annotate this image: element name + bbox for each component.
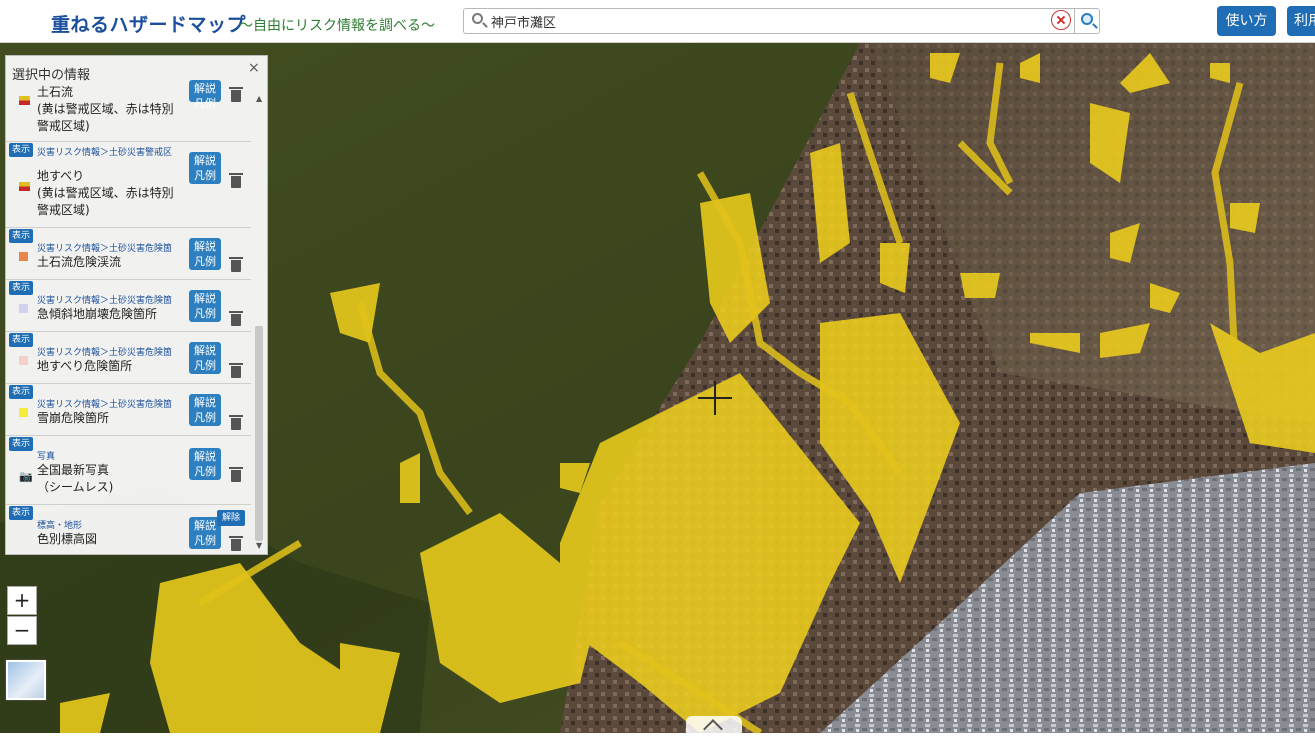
layer-category: 災害リスク情報＞土砂災害危険箇 (37, 400, 173, 410)
legend-button[interactable]: 解説 凡例 (189, 80, 221, 110)
zoom-in-button[interactable]: + (7, 586, 37, 615)
app-subtitle: ～自由にリスク情報を調べる～ (239, 18, 435, 34)
trash-icon[interactable] (229, 172, 243, 188)
legend-button[interactable]: 解説 凡例 (189, 448, 221, 480)
show-badge[interactable]: 表示 (9, 437, 34, 451)
layer-name: 全国最新写真 （シームレス) (37, 463, 114, 494)
trash-icon[interactable] (229, 466, 243, 482)
magnifier-icon (1081, 13, 1093, 25)
panel-close-icon[interactable]: × (248, 60, 260, 76)
layer-item: 表示 災害リスク情報＞土砂災害危険箇 急傾斜地崩壊危険箇所 解説 凡例 (6, 280, 251, 332)
legend-swatch (19, 96, 30, 105)
trash-icon[interactable] (229, 256, 243, 272)
layer-item: 土石流 (黄は警戒区域、赤は特別 警戒区域) 解説 凡例 (6, 78, 251, 142)
terms-button[interactable]: 利用 (1287, 6, 1315, 36)
legend-button[interactable]: 解説 凡例 (189, 290, 221, 322)
camera-icon: 📷 (19, 470, 33, 483)
trash-icon[interactable] (229, 310, 243, 326)
layer-category: 写真 (37, 452, 56, 462)
layer-category: 災害リスク情報＞土砂災害警戒区 (37, 148, 173, 158)
layer-name: 土石流危険渓流 (37, 255, 122, 269)
layer-name: 色別標高図 (37, 532, 98, 546)
release-button[interactable]: 解除 (217, 510, 245, 526)
layer-item: 表示 標高・地形 色別標高図 解説 凡例 解除 (6, 505, 251, 554)
clear-search-button[interactable] (1051, 10, 1071, 30)
layer-item: 表示 写真 📷 全国最新写真 （シームレス) 解説 凡例 (6, 436, 251, 505)
layer-category: 災害リスク情報＞土砂災害危険箇 (37, 296, 173, 306)
layer-name: 地すべり (黄は警戒区域、赤は特別 警戒区域) (37, 169, 174, 217)
search-button[interactable] (1074, 8, 1101, 34)
expand-bottom-panel-icon[interactable] (686, 716, 742, 733)
legend-button[interactable]: 解説 凡例 (189, 342, 221, 374)
show-badge[interactable]: 表示 (9, 143, 34, 157)
app-header: 重ねるハザードマップ ～自由にリスク情報を調べる～ 使い方 利用 (0, 0, 1315, 43)
show-badge[interactable]: 表示 (9, 281, 34, 295)
layer-item: 表示 災害リスク情報＞土砂災害危険箇 土石流危険渓流 解説 凡例 (6, 228, 251, 280)
base-map-switch-button[interactable] (6, 660, 46, 700)
layer-name: 雪崩危険箇所 (37, 411, 110, 425)
legend-swatch (19, 356, 28, 365)
legend-swatch (19, 304, 28, 313)
search-icon (472, 13, 483, 24)
layer-name: 土石流 (黄は警戒区域、赤は特別 警戒区域) (37, 85, 174, 133)
show-badge[interactable]: 表示 (9, 333, 34, 347)
trash-icon[interactable] (229, 362, 243, 378)
layer-category: 標高・地形 (37, 521, 83, 531)
layer-item: 表示 災害リスク情報＞土砂災害危険箇 雪崩危険箇所 解説 凡例 (6, 384, 251, 436)
show-badge[interactable]: 表示 (9, 506, 34, 520)
trash-icon[interactable] (229, 535, 243, 551)
show-badge[interactable]: 表示 (9, 385, 34, 399)
scroll-up-icon[interactable]: ▲ (256, 94, 262, 103)
panel-scrollbar[interactable] (255, 326, 263, 541)
selected-layers-panel: 選択中の情報 × ▲ ▼ 土石流 (黄は警戒区域、赤は特別 警戒区域) 解説 凡… (5, 55, 268, 555)
show-badge[interactable]: 表示 (9, 229, 34, 243)
trash-icon[interactable] (229, 414, 243, 430)
search-input[interactable] (491, 11, 1031, 31)
legend-swatch (19, 182, 30, 191)
legend-button[interactable]: 解説 凡例 (189, 152, 221, 184)
usage-button[interactable]: 使い方 (1217, 6, 1276, 36)
layer-name: 地すべり危険箇所 (37, 359, 133, 373)
app-title[interactable]: 重ねるハザードマップ (51, 10, 246, 37)
legend-swatch (19, 408, 28, 417)
trash-icon[interactable] (229, 86, 243, 102)
legend-swatch (19, 252, 28, 261)
legend-button[interactable]: 解説 凡例 (189, 394, 221, 426)
layer-category: 災害リスク情報＞土砂災害危険箇 (37, 244, 173, 254)
layer-category: 災害リスク情報＞土砂災害危険箇 (37, 348, 173, 358)
scroll-down-icon[interactable]: ▼ (256, 541, 262, 550)
zoom-out-button[interactable]: − (7, 616, 37, 645)
layer-name: 急傾斜地崩壊危険箇所 (37, 307, 158, 321)
layer-item: 表示 災害リスク情報＞土砂災害危険箇 地すべり危険箇所 解説 凡例 (6, 332, 251, 384)
legend-button[interactable]: 解説 凡例 (189, 238, 221, 270)
layer-item: 表示 災害リスク情報＞土砂災害警戒区 地すべり (黄は警戒区域、赤は特別 警戒区… (6, 142, 251, 228)
